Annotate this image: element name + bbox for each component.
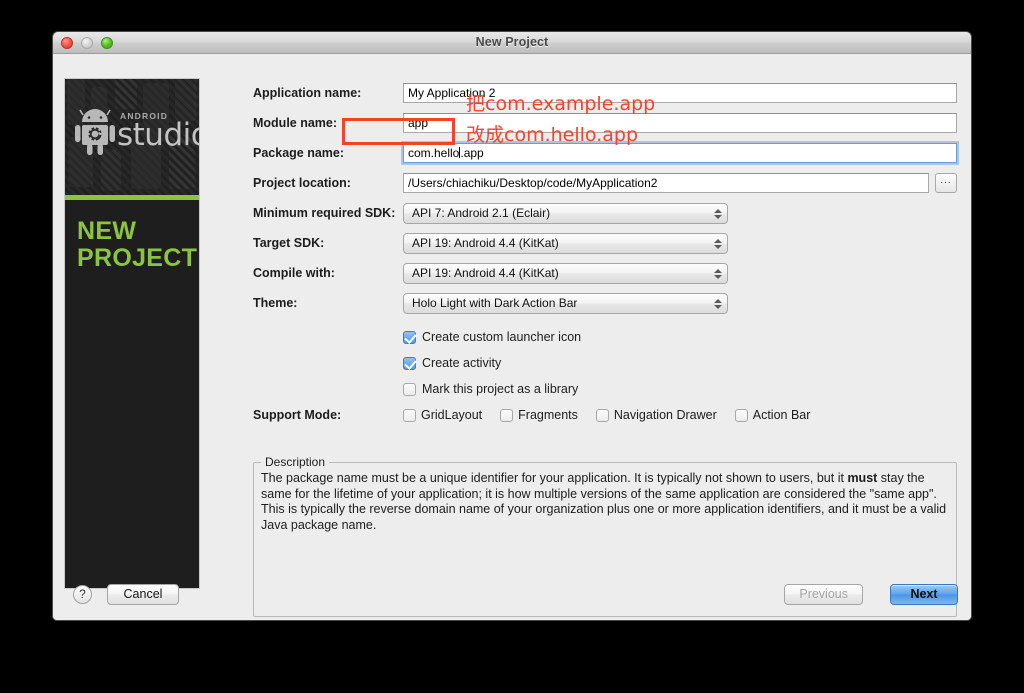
checkbox-gridlayout[interactable]	[403, 409, 416, 422]
label-mark-project-as-library: Mark this project as a library	[422, 382, 578, 396]
compile-with-select[interactable]: API 19: Android 4.4 (KitKat)	[403, 263, 728, 284]
previous-button[interactable]: Previous	[784, 584, 863, 605]
banner-heading-line1: NEW	[77, 218, 199, 245]
field-row-minimum-sdk: Minimum required SDK: API 7: Android 2.1…	[253, 198, 957, 228]
field-row-project-location: Project location: /Users/chiachiku/Deskt…	[253, 168, 957, 198]
checkbox-create-custom-launcher-icon[interactable]	[403, 331, 416, 344]
checkbox-action-bar[interactable]	[735, 409, 748, 422]
banner-heading-line2: PROJECT	[77, 245, 199, 272]
checkbox-create-activity[interactable]	[403, 357, 416, 370]
label-package-name: Package name:	[253, 146, 403, 160]
annotation-line-1: 把com.example.app	[466, 89, 655, 116]
brand-studio-label: studio	[117, 117, 199, 153]
checkbox-row-custom-launcher-icon: Create custom launcher icon	[253, 324, 957, 350]
label-create-activity: Create activity	[422, 356, 501, 370]
window-title: New Project	[53, 35, 971, 49]
label-support-mode: Support Mode:	[253, 408, 403, 422]
compile-with-value: API 19: Android 4.4 (KitKat)	[412, 266, 559, 280]
chevron-updown-icon[interactable]	[713, 266, 723, 283]
label-fragments: Fragments	[518, 408, 578, 422]
label-navigation-drawer: Navigation Drawer	[614, 408, 717, 422]
banner-heading: NEW PROJECT	[65, 200, 199, 272]
label-action-bar: Action Bar	[753, 408, 811, 422]
label-module-name: Module name:	[253, 116, 403, 130]
field-row-target-sdk: Target SDK: API 19: Android 4.4 (KitKat)	[253, 228, 957, 258]
cancel-button[interactable]: Cancel	[107, 584, 179, 605]
label-compile-with: Compile with:	[253, 266, 403, 280]
label-create-custom-launcher-icon: Create custom launcher icon	[422, 330, 581, 344]
theme-value: Holo Light with Dark Action Bar	[412, 296, 577, 310]
help-button[interactable]: ?	[73, 585, 92, 604]
browse-button[interactable]: ...	[935, 173, 957, 193]
checkbox-fragments[interactable]	[500, 409, 513, 422]
support-mode-row: Support Mode: GridLayout Fragments Navig…	[253, 402, 957, 428]
description-bold-word: must	[847, 471, 877, 485]
label-application-name: Application name:	[253, 86, 403, 100]
chevron-updown-icon[interactable]	[713, 236, 723, 253]
theme-select[interactable]: Holo Light with Dark Action Bar	[403, 293, 728, 314]
annotation-line-2: 改成com.hello.app	[466, 120, 638, 147]
wizard-banner: ANDROID studio NEW PROJECT	[64, 78, 200, 589]
chevron-updown-icon[interactable]	[713, 206, 723, 223]
target-sdk-value: API 19: Android 4.4 (KitKat)	[412, 236, 559, 250]
chevron-updown-icon[interactable]	[713, 296, 723, 313]
next-button[interactable]: Next	[890, 584, 958, 605]
screenshot-root: New Project	[0, 0, 1024, 693]
target-sdk-select[interactable]: API 19: Android 4.4 (KitKat)	[403, 233, 728, 254]
checkbox-row-create-activity: Create activity	[253, 350, 957, 376]
package-name-text-after-caret: .app	[460, 146, 483, 160]
label-target-sdk: Target SDK:	[253, 236, 403, 250]
android-studio-logo-area: ANDROID studio	[65, 79, 199, 195]
android-robot-icon	[75, 109, 115, 155]
project-location-input[interactable]: /Users/chiachiku/Desktop/code/MyApplicat…	[403, 173, 929, 193]
checkbox-mark-project-as-library[interactable]	[403, 383, 416, 396]
package-name-text-before-caret: com.hello	[408, 146, 459, 160]
description-part1: The package name must be a unique identi…	[261, 471, 847, 485]
minimum-sdk-value: API 7: Android 2.1 (Eclair)	[412, 206, 550, 220]
minimum-sdk-select[interactable]: API 7: Android 2.1 (Eclair)	[403, 203, 728, 224]
description-text: The package name must be a unique identi…	[261, 471, 947, 533]
checkbox-navigation-drawer[interactable]	[596, 409, 609, 422]
label-minimum-sdk: Minimum required SDK:	[253, 206, 403, 220]
description-legend: Description	[261, 455, 329, 469]
checkbox-row-mark-as-library: Mark this project as a library	[253, 376, 957, 402]
field-row-theme: Theme: Holo Light with Dark Action Bar	[253, 288, 957, 318]
label-gridlayout: GridLayout	[421, 408, 482, 422]
label-theme: Theme:	[253, 296, 403, 310]
field-row-compile-with: Compile with: API 19: Android 4.4 (KitKa…	[253, 258, 957, 288]
label-project-location: Project location:	[253, 176, 403, 190]
window-titlebar[interactable]: New Project	[53, 32, 971, 54]
